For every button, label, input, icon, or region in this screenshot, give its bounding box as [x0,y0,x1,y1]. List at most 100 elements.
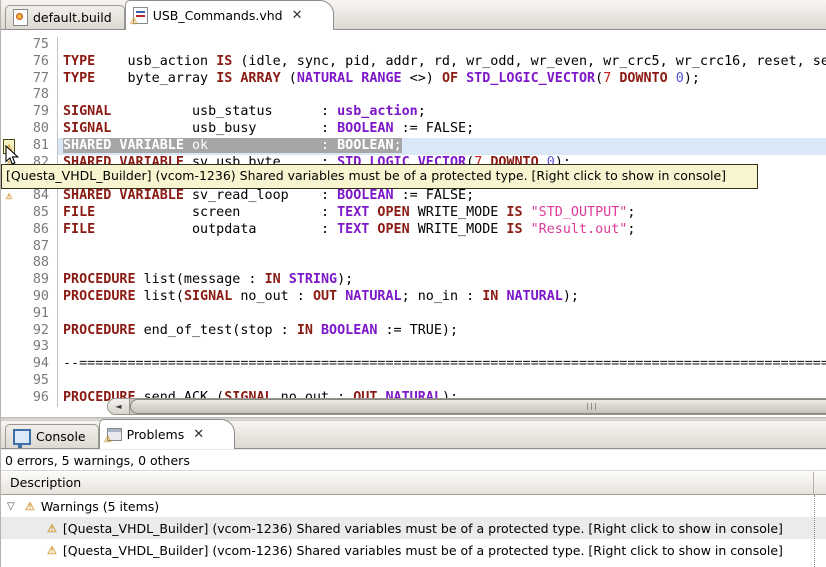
editor-tab-label: default.build [33,10,112,25]
tooltip-text: [Questa_VHDL_Builder] (vcom-1236) Shared… [6,168,727,183]
annotation-gutter-cell[interactable] [1,121,17,138]
problem-text: [Questa_VHDL_Builder] (vcom-1236) Shared… [62,542,783,558]
line-number: 90 [32,288,49,304]
line-number: 93 [32,339,49,355]
code-line[interactable]: 86 FILE outpdata : TEXT OPEN WRITE_MODE I… [1,221,826,239]
problems-icon: ⚠ [104,428,122,445]
code-text: SIGNAL usb_status : usb_action; [57,104,826,121]
code-line[interactable]: 93 [1,339,826,357]
code-line[interactable]: 95 [1,372,826,390]
editor-tab-bar: default.build ⚠ USB_Commands.vhd ✕ [1,0,826,30]
code-text: PROCEDURE list(SIGNAL no_out : OUT NATUR… [57,288,826,306]
code-line[interactable]: 92 PROCEDURE end_of_test(stop : IN BOOLEA… [1,322,826,340]
warning-marker-icon[interactable]: ⚠ [6,188,13,205]
annotation-gutter-cell[interactable] [1,87,17,104]
description-column-header[interactable]: Description [1,471,814,495]
code-line[interactable]: 76 TYPE usb_action IS (idle, sync, pid, a… [1,53,826,71]
annotation-gutter-cell[interactable] [1,104,17,121]
annotation-gutter-cell[interactable] [1,54,17,71]
code-line[interactable]: 79 SIGNAL usb_status : usb_action; [1,104,826,121]
annotation-gutter-cell[interactable] [1,37,17,54]
annotation-gutter-cell[interactable] [1,323,17,340]
tab-close-icon[interactable]: ✕ [292,9,303,22]
code-text: PROCEDURE list(message : IN STRING); [57,272,826,289]
line-number: 87 [32,238,49,254]
console-icon [13,428,31,448]
line-number: 92 [32,322,49,338]
line-number: 85 [32,204,49,220]
scrollbar-thumb[interactable] [130,399,826,414]
annotation-gutter-cell[interactable] [1,339,17,356]
problem-row[interactable]: ⚠ [Questa_VHDL_Builder] (vcom-1236) Share… [1,539,826,561]
code-line[interactable]: 94 --====================================… [1,356,826,373]
code-text [57,339,826,357]
code-text: SHARED VARIABLE ok : BOOLEAN; [57,137,826,155]
warnings-group-row[interactable]: ▽ ⚠ Warnings (5 items) [1,495,826,517]
line-number: 78 [32,87,49,103]
code-text [57,238,826,256]
code-text [57,372,826,390]
code-text [57,255,826,273]
line-number: 81 [32,137,49,153]
warning-icon: ⚠ [47,543,57,557]
annotation-gutter-cell[interactable] [1,289,17,306]
panel-tab-problems[interactable]: ⚠ Problems ✕ [98,419,236,449]
horizontal-scrollbar[interactable]: ◄ [107,398,826,415]
code-line[interactable]: ⚠ 81 SHARED VARIABLE ok : BOOLEAN; [1,137,826,155]
warning-overlay-icon: ⚠ [129,17,138,27]
build-file-icon [13,9,28,26]
code-text: TYPE usb_action IS (idle, sync, pid, add… [57,53,826,71]
line-number: 77 [32,70,49,86]
problem-row[interactable]: ⚠ [Questa_VHDL_Builder] (vcom-1236) Share… [1,517,826,539]
code-line[interactable]: 87 [1,238,826,256]
warning-icon: ⚠ [47,521,57,535]
annotation-gutter-cell[interactable]: ⚠ [1,188,17,205]
line-number: 91 [32,305,49,321]
line-number: 96 [32,389,49,405]
vhdl-file-icon: ⚠ [129,7,148,27]
annotation-gutter-cell[interactable] [1,255,17,272]
code-line[interactable]: 75 [1,37,826,54]
tab-close-icon[interactable]: ✕ [193,428,204,441]
line-number: 84 [32,188,49,204]
code-line[interactable]: 80 SIGNAL usb_busy : BOOLEAN := FALSE; [1,120,826,138]
annotation-gutter-cell[interactable] [1,239,17,256]
code-text: FILE screen : TEXT OPEN WRITE_MODE IS "S… [57,204,826,222]
warning-icon: ⚠ [25,499,35,513]
code-text [57,37,826,54]
annotation-gutter-cell[interactable] [1,205,17,222]
code-line[interactable]: 88 [1,255,826,273]
code-line[interactable]: 89 PROCEDURE list(message : IN STRING); [1,272,826,289]
selected-text: SHARED VARIABLE ok : BOOLEAN; [63,137,402,153]
problems-tree: ▽ ⚠ Warnings (5 items) ⚠ [Questa_VHDL_Builde… [1,495,826,567]
panel-tab-console[interactable]: Console [5,424,99,448]
annotation-gutter-cell[interactable] [1,356,17,373]
annotation-gutter-cell[interactable] [1,71,17,88]
vhdl-editor[interactable]: 75 76 TYPE usb_action IS (idle, sync, pid,… [1,30,826,417]
extra-column-header[interactable] [814,471,826,495]
code-area: 75 76 TYPE usb_action IS (idle, sync, pid,… [1,37,826,407]
annotation-gutter-cell[interactable] [1,222,17,239]
editor-tab-usb-commands-vhd[interactable]: ⚠ USB_Commands.vhd ✕ [124,0,334,30]
line-number: 80 [32,120,49,136]
line-number: 95 [32,372,49,388]
code-text: --======================================… [57,356,826,373]
code-text: FILE outpdata : TEXT OPEN WRITE_MODE IS … [57,221,826,239]
problems-column-header-row: Description [1,471,826,495]
twistie-expanded-icon[interactable]: ▽ [7,501,25,512]
line-number: 94 [32,356,49,372]
annotation-gutter-cell[interactable] [1,390,17,407]
code-line[interactable]: 85 FILE screen : TEXT OPEN WRITE_MODE IS … [1,204,826,222]
code-line[interactable]: 91 [1,305,826,323]
scrollbar-grip-icon [587,403,598,410]
code-line[interactable]: 90 PROCEDURE list(SIGNAL no_out : OUT NAT… [1,288,826,306]
annotation-gutter-cell[interactable] [1,373,17,390]
annotation-gutter-cell[interactable] [1,306,17,323]
code-line[interactable]: 78 [1,87,826,105]
column-divider[interactable] [814,495,815,567]
editor-tab-default-build[interactable]: default.build [5,5,125,29]
code-line[interactable]: ⚠ 84 SHARED VARIABLE sv_read_loop : BOOLEA… [1,188,826,205]
annotation-gutter-cell[interactable] [1,272,17,289]
code-line[interactable]: 77 TYPE byte_array IS ARRAY (NATURAL RANG… [1,70,826,88]
scroll-left-button[interactable]: ◄ [108,399,130,414]
